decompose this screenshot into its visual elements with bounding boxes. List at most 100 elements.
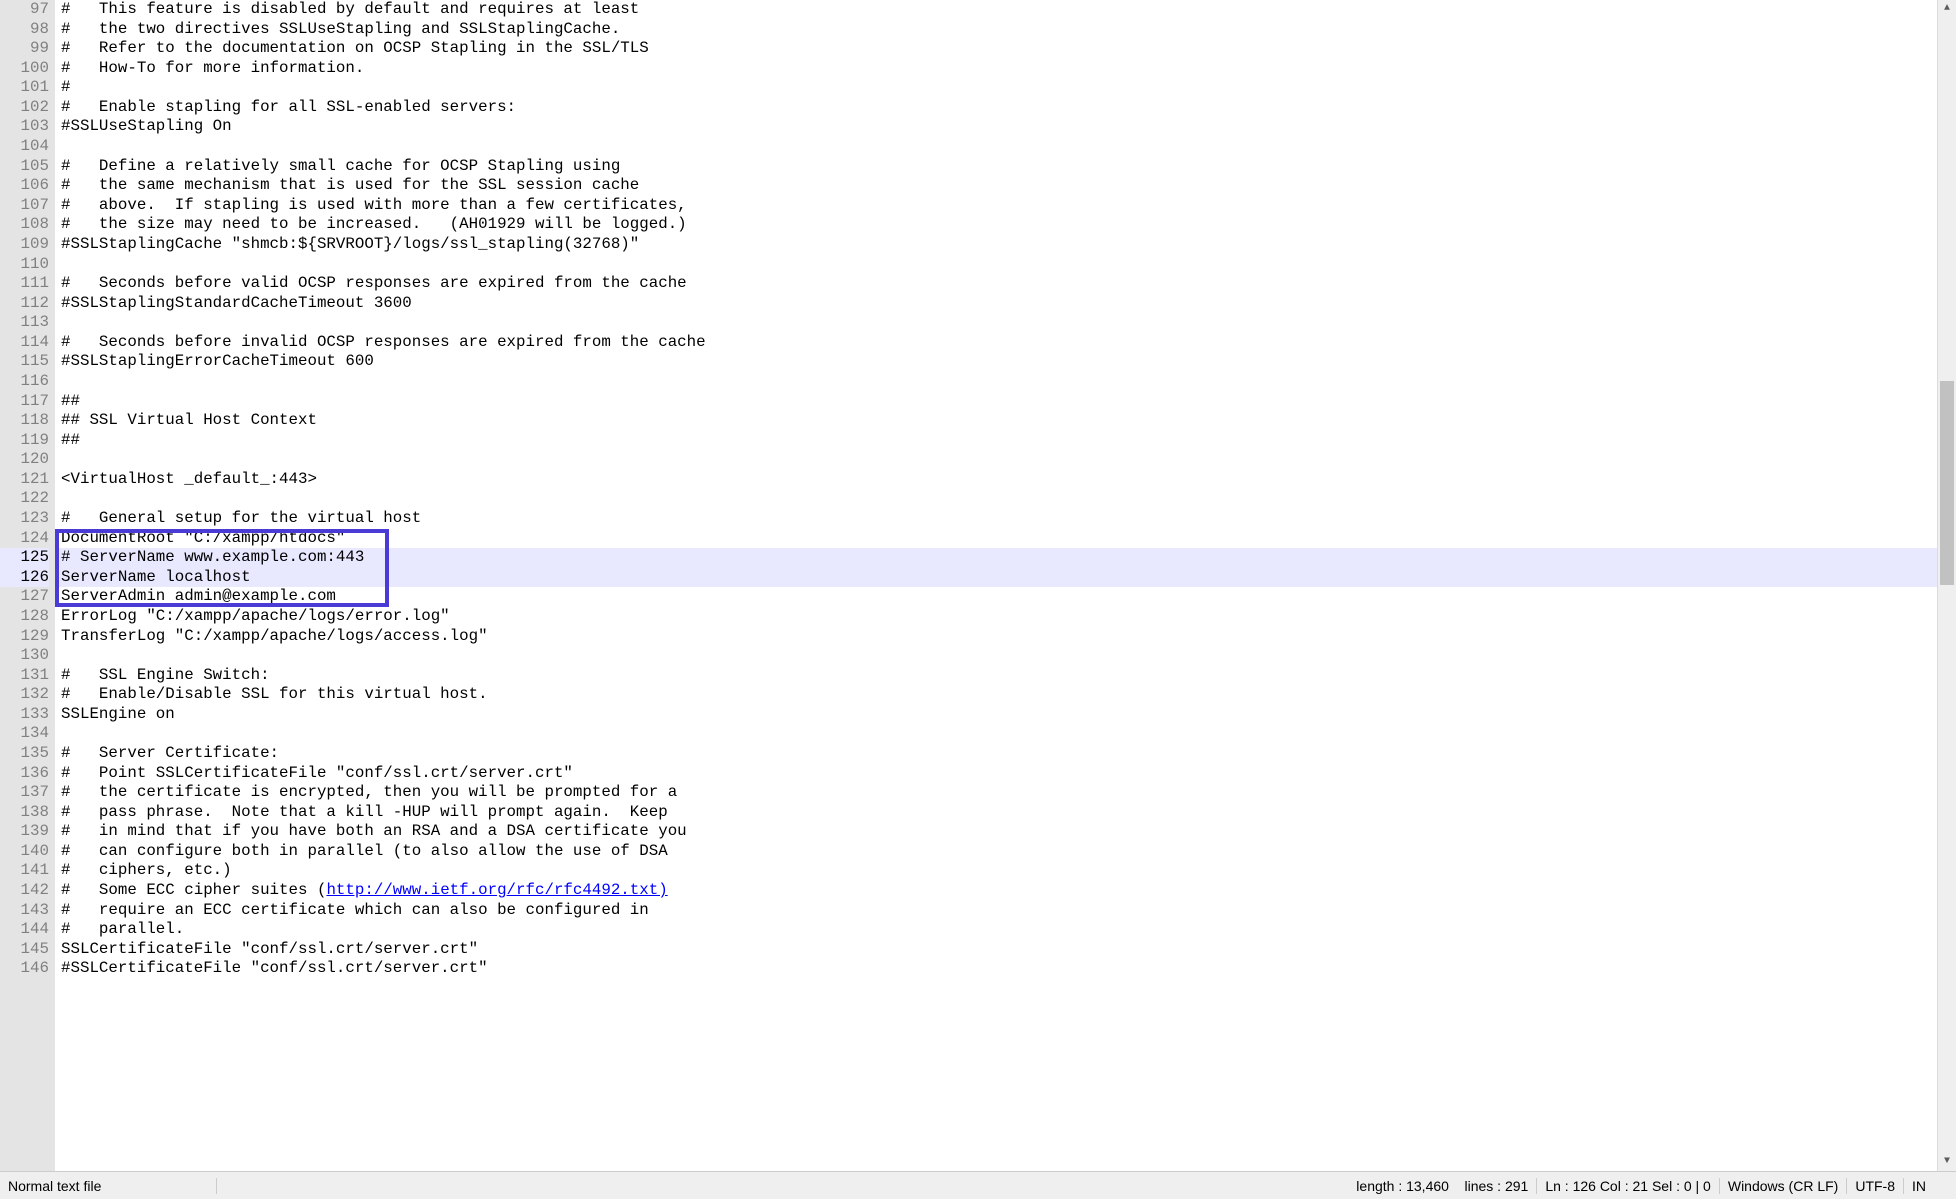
code-line[interactable] — [55, 646, 1956, 666]
code-line[interactable] — [55, 372, 1956, 392]
code-line[interactable]: # Point SSLCertificateFile "conf/ssl.crt… — [55, 764, 1956, 784]
code-line[interactable]: # in mind that if you have both an RSA a… — [55, 822, 1956, 842]
code-line[interactable]: # Define a relatively small cache for OC… — [55, 157, 1956, 177]
scroll-down-arrow[interactable]: ▼ — [1938, 1153, 1956, 1171]
line-number: 131 — [0, 666, 49, 686]
code-line[interactable]: SSLCertificateFile "conf/ssl.crt/server.… — [55, 940, 1956, 960]
status-file-type: Normal text file — [0, 1178, 217, 1194]
code-line[interactable]: # Server Certificate: — [55, 744, 1956, 764]
code-line[interactable] — [55, 137, 1956, 157]
url-link[interactable]: http://www.ietf.org/rfc/rfc4492.txt) — [326, 881, 667, 901]
line-number: 103 — [0, 117, 49, 137]
code-line[interactable]: ## SSL Virtual Host Context — [55, 411, 1956, 431]
code-line[interactable]: # General setup for the virtual host — [55, 509, 1956, 529]
line-number: 123 — [0, 509, 49, 529]
code-line[interactable]: # Seconds before invalid OCSP responses … — [55, 333, 1956, 353]
line-number: 130 — [0, 646, 49, 666]
code-content[interactable]: # This feature is disabled by default an… — [55, 0, 1956, 1171]
code-line[interactable]: # This feature is disabled by default an… — [55, 0, 1956, 20]
line-number: 127 — [0, 587, 49, 607]
line-number: 146 — [0, 959, 49, 979]
status-encoding: UTF-8 — [1847, 1178, 1904, 1194]
scroll-thumb[interactable] — [1940, 381, 1954, 585]
code-line[interactable]: TransferLog "C:/xampp/apache/logs/access… — [55, 627, 1956, 647]
line-number: 125 — [0, 548, 49, 568]
code-line[interactable]: # ServerName www.example.com:443 — [55, 548, 1956, 568]
code-line[interactable] — [55, 255, 1956, 275]
text-editor-area[interactable]: 9798991001011021031041051061071081091101… — [0, 0, 1956, 1171]
line-number: 115 — [0, 352, 49, 372]
status-insert-mode: IN — [1904, 1178, 1956, 1194]
code-line[interactable]: # Some ECC cipher suites (http://www.iet… — [55, 881, 1956, 901]
line-number: 97 — [0, 0, 49, 20]
line-number: 142 — [0, 881, 49, 901]
code-line[interactable]: DocumentRoot "C:/xampp/htdocs" — [55, 529, 1956, 549]
code-line[interactable] — [55, 450, 1956, 470]
code-line[interactable]: # Refer to the documentation on OCSP Sta… — [55, 39, 1956, 59]
code-line[interactable]: #SSLCertificateFile "conf/ssl.crt/server… — [55, 959, 1956, 979]
code-line[interactable]: # SSL Engine Switch: — [55, 666, 1956, 686]
code-line[interactable]: # the certificate is encrypted, then you… — [55, 783, 1956, 803]
vertical-scrollbar[interactable]: ▲ ▼ — [1937, 0, 1956, 1171]
line-number: 137 — [0, 783, 49, 803]
code-line[interactable]: <VirtualHost _default_:443> — [55, 470, 1956, 490]
line-number: 117 — [0, 392, 49, 412]
line-number: 140 — [0, 842, 49, 862]
scroll-up-arrow[interactable]: ▲ — [1938, 0, 1956, 18]
code-line[interactable]: #SSLStaplingErrorCacheTimeout 600 — [55, 352, 1956, 372]
code-line[interactable]: ErrorLog "C:/xampp/apache/logs/error.log… — [55, 607, 1956, 627]
code-line[interactable]: ## — [55, 431, 1956, 451]
code-line[interactable]: # How-To for more information. — [55, 59, 1956, 79]
line-number: 124 — [0, 529, 49, 549]
line-number: 139 — [0, 822, 49, 842]
code-line[interactable]: # can configure both in parallel (to als… — [55, 842, 1956, 862]
code-line[interactable]: # the size may need to be increased. (AH… — [55, 215, 1956, 235]
code-line[interactable]: # parallel. — [55, 920, 1956, 940]
line-number: 114 — [0, 333, 49, 353]
line-number: 118 — [0, 411, 49, 431]
line-number: 135 — [0, 744, 49, 764]
line-number: 136 — [0, 764, 49, 784]
code-line[interactable]: SSLEngine on — [55, 705, 1956, 725]
line-number: 126 — [0, 568, 49, 588]
code-line[interactable]: #SSLStaplingStandardCacheTimeout 3600 — [55, 294, 1956, 314]
line-number: 98 — [0, 20, 49, 40]
line-number: 138 — [0, 803, 49, 823]
line-number: 107 — [0, 196, 49, 216]
code-line[interactable]: ServerAdmin admin@example.com — [55, 587, 1956, 607]
code-line[interactable]: # ciphers, etc.) — [55, 861, 1956, 881]
code-line[interactable]: # Seconds before valid OCSP responses ar… — [55, 274, 1956, 294]
line-number: 111 — [0, 274, 49, 294]
code-line[interactable]: # require an ECC certificate which can a… — [55, 901, 1956, 921]
line-number: 109 — [0, 235, 49, 255]
code-line[interactable] — [55, 724, 1956, 744]
code-line[interactable]: # the two directives SSLUseStapling and … — [55, 20, 1956, 40]
code-line[interactable]: ServerName localhost — [55, 568, 1956, 588]
code-line[interactable] — [55, 313, 1956, 333]
line-number: 119 — [0, 431, 49, 451]
line-number: 105 — [0, 157, 49, 177]
status-bar: Normal text file length : 13,460 lines :… — [0, 1171, 1956, 1199]
line-number-gutter: 9798991001011021031041051061071081091101… — [0, 0, 55, 1171]
line-number: 116 — [0, 372, 49, 392]
code-line[interactable]: # Enable/Disable SSL for this virtual ho… — [55, 685, 1956, 705]
code-line[interactable]: # Enable stapling for all SSL-enabled se… — [55, 98, 1956, 118]
line-number: 120 — [0, 450, 49, 470]
line-number: 100 — [0, 59, 49, 79]
code-line[interactable]: #SSLUseStapling On — [55, 117, 1956, 137]
code-line[interactable]: # — [55, 78, 1956, 98]
line-number: 110 — [0, 255, 49, 275]
code-line[interactable]: ## — [55, 392, 1956, 412]
line-number: 121 — [0, 470, 49, 490]
line-number: 102 — [0, 98, 49, 118]
code-line[interactable]: #SSLStaplingCache "shmcb:${SRVROOT}/logs… — [55, 235, 1956, 255]
line-number: 144 — [0, 920, 49, 940]
code-line[interactable]: # the same mechanism that is used for th… — [55, 176, 1956, 196]
line-number: 134 — [0, 724, 49, 744]
code-line[interactable]: # above. If stapling is used with more t… — [55, 196, 1956, 216]
line-number: 128 — [0, 607, 49, 627]
code-line[interactable] — [55, 489, 1956, 509]
code-line[interactable]: # pass phrase. Note that a kill -HUP wil… — [55, 803, 1956, 823]
line-number: 141 — [0, 861, 49, 881]
line-number: 113 — [0, 313, 49, 333]
